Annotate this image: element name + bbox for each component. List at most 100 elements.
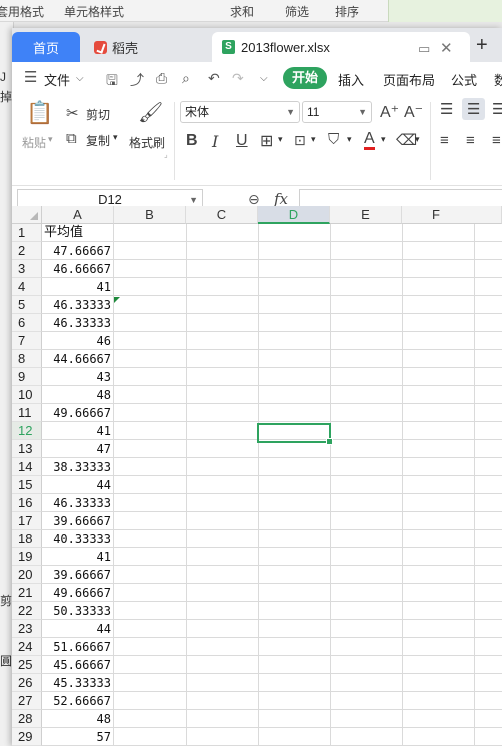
tab-start[interactable]: 开始 [283,67,327,89]
cell-a[interactable]: 39.66667 [42,512,114,530]
cell-a[interactable]: 46.66667 [42,260,114,278]
eraser-dropdown-icon[interactable]: ▾ [415,134,420,145]
align-top-icon[interactable]: ☰ [440,100,453,118]
group-expand-icon[interactable]: ⌟ [164,150,168,159]
merge-cells-icon[interactable]: ⊡ [294,132,306,149]
more-chevron-icon[interactable]: ⌵ [260,73,268,84]
row-header[interactable]: 19 [12,548,42,566]
cell-a[interactable]: 47 [42,440,114,458]
cell-a[interactable]: 47.66667 [42,242,114,260]
row-header[interactable]: 7 [12,332,42,350]
column-header-b[interactable]: B [114,206,186,224]
cell-a[interactable]: 41 [42,278,114,296]
cell-a[interactable]: 50.33333 [42,602,114,620]
decrease-font-icon[interactable]: A⁻ [404,102,423,122]
tab-insert[interactable]: 插入 [338,70,364,89]
cell-a[interactable]: 51.66667 [42,638,114,656]
column-header-e[interactable]: E [330,206,402,224]
tab-formula[interactable]: 公式 [451,70,477,89]
window-restore-icon[interactable]: ▭ [418,41,430,57]
align-left-icon[interactable]: ≡ [440,132,449,149]
cell-a[interactable]: 52.66667 [42,692,114,710]
print-preview-icon[interactable]: ⌕ [182,70,190,87]
row-header[interactable]: 25 [12,656,42,674]
tab-home[interactable]: 首页 [12,32,80,62]
row-header[interactable]: 22 [12,602,42,620]
tab-daoke[interactable]: 稻壳 [84,32,208,62]
row-header[interactable]: 24 [12,638,42,656]
cell-a[interactable]: 44.66667 [42,350,114,368]
underline-button[interactable]: U [236,132,248,150]
align-right-icon[interactable]: ≡ [492,132,501,149]
select-all-corner[interactable] [12,206,42,224]
active-cell-d12[interactable] [257,423,333,445]
fill-dropdown-icon[interactable]: ▾ [347,134,352,145]
format-painter-icon[interactable]: 🖌 [138,100,163,125]
cell-a[interactable]: 48 [42,710,114,728]
bold-button[interactable]: B [186,132,198,150]
row-header[interactable]: 9 [12,368,42,386]
hamburger-icon[interactable]: ☰ [24,68,37,86]
row-header[interactable]: 3 [12,260,42,278]
cell-a[interactable]: 46.33333 [42,314,114,332]
align-center-icon[interactable]: ≡ [466,132,475,149]
column-header-c[interactable]: C [186,206,258,224]
format-painter-button[interactable]: 格式刷 [129,134,165,151]
row-header[interactable]: 28 [12,710,42,728]
export-icon[interactable]: ⤴ [130,70,144,90]
row-header[interactable]: 20 [12,566,42,584]
cell-a[interactable]: 45.33333 [42,674,114,692]
cell-a[interactable]: 45.66667 [42,656,114,674]
italic-button[interactable]: I [212,132,218,151]
paste-dropdown-icon[interactable]: ▾ [48,134,53,145]
cut-button[interactable]: 剪切 [86,106,110,123]
row-header[interactable]: 10 [12,386,42,404]
merge-dropdown-icon[interactable]: ▾ [311,134,316,145]
row-header[interactable]: 29 [12,728,42,746]
font-color-button[interactable]: A [364,130,375,150]
cell-a[interactable]: 平均值 [42,224,114,242]
chevron-down-icon[interactable]: ⌵ [76,73,84,84]
cell-a[interactable]: 43 [42,368,114,386]
cell-a[interactable]: 38.33333 [42,458,114,476]
copy-button[interactable]: 复制 [86,132,110,149]
menu-file[interactable]: 文件 [44,70,70,89]
row-header[interactable]: 6 [12,314,42,332]
row-header[interactable]: 2 [12,242,42,260]
row-header[interactable]: 17 [12,512,42,530]
spreadsheet-grid[interactable]: A B C D E F 1 平均值 2 47.66667 3 46.66667 4 41 5 46… [12,206,502,746]
font-name-select[interactable]: 宋体 ▼ [180,101,300,123]
font-size-select[interactable]: 11 ▼ [302,101,372,123]
redo-icon[interactable]: ↷ [232,70,244,87]
cell-a[interactable]: 44 [42,620,114,638]
copy-icon[interactable]: ⧉ [66,130,77,147]
row-header[interactable]: 13 [12,440,42,458]
row-header[interactable]: 21 [12,584,42,602]
row-header[interactable]: 4 [12,278,42,296]
row-header[interactable]: 23 [12,620,42,638]
copy-dropdown-icon[interactable]: ▾ [113,132,118,143]
row-header[interactable]: 5 [12,296,42,314]
row-header[interactable]: 1 [12,224,42,242]
paste-icon[interactable]: 📋 [26,100,53,126]
border-dropdown-icon[interactable]: ▾ [278,134,283,145]
print-icon[interactable]: ⎙ [156,70,167,87]
tab-file[interactable]: S 2013flower.xlsx ▭ ✕ [212,32,470,62]
cell-a[interactable]: 44 [42,476,114,494]
cell-a[interactable]: 49.66667 [42,404,114,422]
row-header[interactable]: 18 [12,530,42,548]
cell-a[interactable]: 57 [42,728,114,746]
row-header[interactable]: 15 [12,476,42,494]
row-header[interactable]: 14 [12,458,42,476]
cell-a[interactable]: 41 [42,548,114,566]
row-header[interactable]: 16 [12,494,42,512]
scissors-icon[interactable]: ✂ [66,104,79,122]
cell-a[interactable]: 46.33333 [42,296,114,314]
cell-a[interactable]: 46.33333 [42,494,114,512]
new-tab-button[interactable]: + [476,34,488,57]
border-icon[interactable]: ⊞ [260,131,273,151]
fill-color-icon[interactable]: ⛉ [328,131,339,148]
row-header[interactable]: 11 [12,404,42,422]
row-header[interactable]: 8 [12,350,42,368]
column-header-a[interactable]: A [42,206,114,224]
